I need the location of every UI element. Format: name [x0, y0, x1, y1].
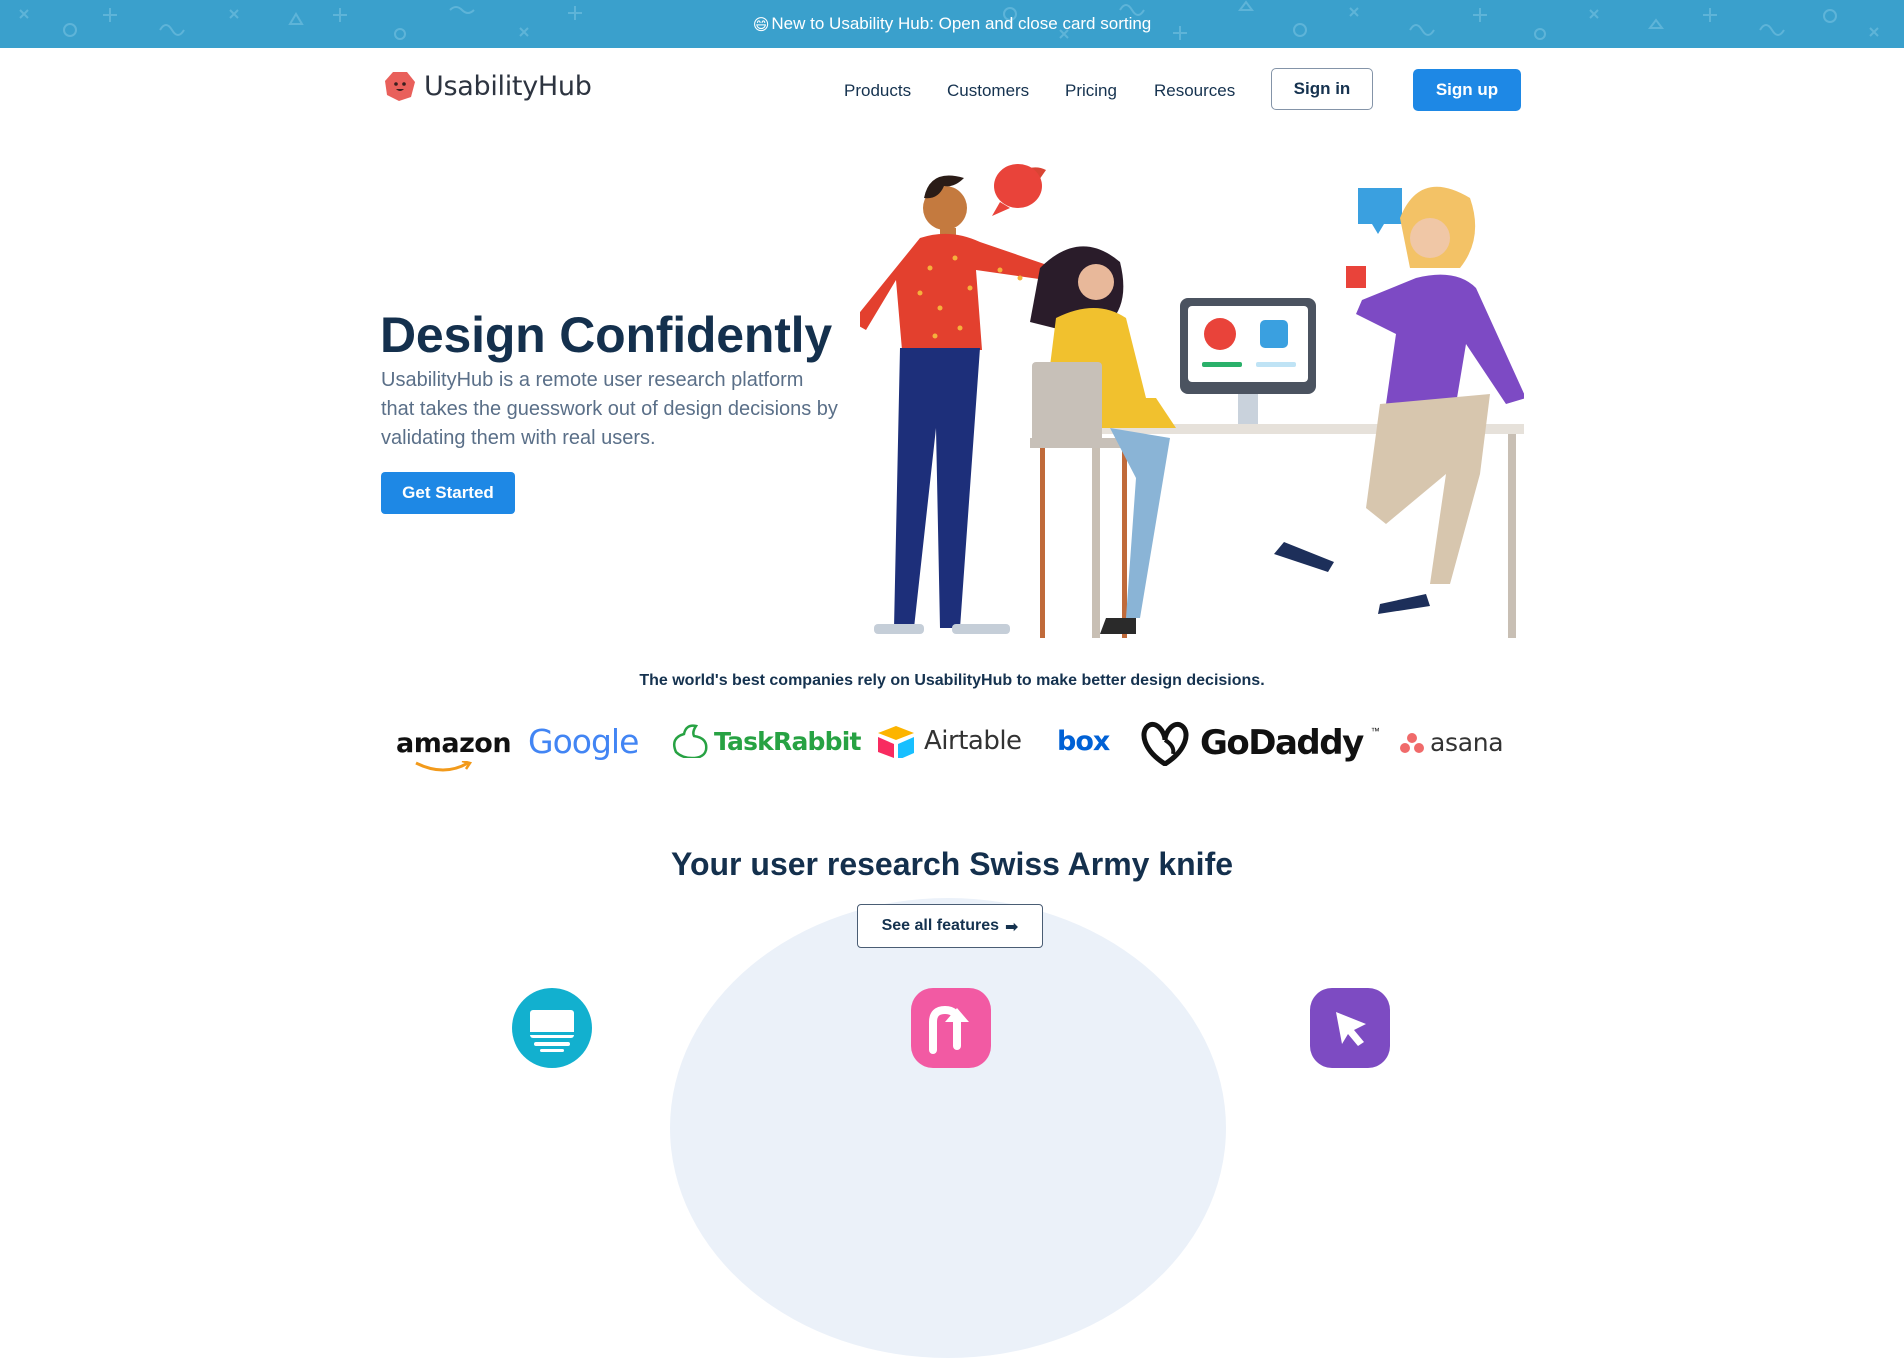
u-turn-arrow-icon[interactable] [911, 988, 991, 1068]
speech-bubble-red [994, 164, 1042, 208]
nav-customers[interactable]: Customers [947, 81, 1029, 101]
trademark-symbol: ™ [1370, 726, 1380, 736]
amazon-logo-text: amazon [396, 728, 512, 759]
sign-up-button[interactable]: Sign up [1413, 69, 1521, 111]
usabilityhub-logo-icon [385, 72, 415, 101]
amazon-logo: amazon [396, 728, 512, 772]
nav-products[interactable]: Products [844, 81, 911, 101]
get-started-button[interactable]: Get Started [381, 472, 515, 514]
nav-pricing[interactable]: Pricing [1065, 81, 1117, 101]
see-all-features-button[interactable]: See all features ➡ [857, 904, 1043, 948]
logo-text: UsabilityHub [424, 70, 592, 102]
godaddy-logo-text: GoDaddy [1200, 723, 1364, 763]
asana-logo: asana [1400, 728, 1504, 757]
taskrabbit-logo-text: TaskRabbit [714, 726, 861, 756]
box-logo-text: box [1057, 726, 1110, 757]
nav-resources[interactable]: Resources [1154, 81, 1235, 101]
hero-illustration [860, 164, 1524, 638]
google-logo: Google [528, 722, 639, 761]
customer-logos: amazon Google TaskRabbit Airtable box Go… [0, 716, 1904, 776]
monitor-icon[interactable] [512, 988, 592, 1068]
trust-statement: The world's best companies rely on Usabi… [639, 672, 1265, 689]
taskrabbit-rabbit-icon [673, 724, 708, 758]
smile-emoji-icon: 😄 [752, 14, 770, 34]
airtable-logo: Airtable [876, 724, 1022, 758]
google-logo-text: Google [528, 722, 639, 761]
speech-bubble-blue [1358, 188, 1402, 234]
asana-logo-text: asana [1430, 728, 1504, 757]
features-title: Your user research Swiss Army knife [670, 846, 1234, 882]
banner-text[interactable]: New to Usability Hub: Open and close car… [771, 14, 1151, 34]
airtable-icon [878, 726, 914, 758]
logo[interactable]: UsabilityHub [384, 70, 592, 102]
announcement-banner[interactable]: 😄 New to Usability Hub: Open and close c… [0, 0, 1904, 48]
amazon-smile-icon [415, 761, 473, 772]
taskrabbit-logo: TaskRabbit [670, 724, 861, 758]
arrow-right-icon: ➡ [1005, 916, 1019, 936]
box-logo: box [1057, 726, 1110, 757]
sign-in-button[interactable]: Sign in [1271, 68, 1373, 110]
godaddy-logo: GoDaddy ™ [1138, 720, 1380, 766]
airtable-logo-text: Airtable [924, 726, 1022, 756]
see-all-features-label: See all features [881, 917, 999, 934]
cursor-icon[interactable] [1310, 988, 1390, 1068]
asana-dots-icon [1400, 732, 1424, 753]
hero-subtitle: UsabilityHub is a remote user research p… [381, 369, 838, 449]
background-blob [670, 898, 1226, 1358]
godaddy-icon [1141, 722, 1189, 766]
hero-title: Design Confidently [380, 307, 832, 363]
banner-message[interactable]: 😄 New to Usability Hub: Open and close c… [753, 14, 1152, 34]
